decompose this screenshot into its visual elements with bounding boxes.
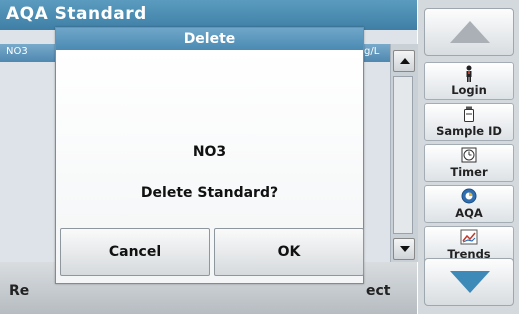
login-label: Login: [451, 83, 487, 97]
trends-chart-icon: [425, 229, 513, 246]
screen: AQA Standard NO3 g/L Re ect Login Sample…: [0, 0, 519, 314]
login-button[interactable]: Login: [424, 62, 514, 100]
app-title-bar: AQA Standard: [0, 0, 417, 30]
ok-button[interactable]: OK: [214, 228, 364, 276]
aqa-label: AQA: [455, 206, 483, 220]
person-icon: [425, 65, 513, 82]
app-title: AQA Standard: [6, 4, 147, 24]
dialog-title: Delete: [56, 28, 363, 50]
column-parameter-label: NO3: [6, 46, 28, 57]
scroll-down-button[interactable]: [393, 238, 415, 260]
arrow-up-icon: [450, 21, 490, 43]
dialog-confirm-question: Delete Standard?: [140, 185, 279, 201]
sample-bottle-icon: [425, 106, 513, 123]
page-down-button[interactable]: [424, 258, 514, 306]
aqa-icon: [425, 188, 513, 205]
triangle-down-icon: [400, 246, 410, 252]
timer-icon: [425, 147, 513, 164]
timer-label: Timer: [450, 165, 488, 179]
page-up-button[interactable]: [424, 8, 514, 56]
arrow-down-icon: [450, 271, 490, 293]
scroll-track[interactable]: [393, 76, 413, 234]
scroll-up-button[interactable]: [393, 50, 415, 72]
sample-id-label: Sample ID: [436, 124, 502, 138]
bottom-right-button-label[interactable]: ect: [366, 283, 391, 299]
bottom-left-button-label[interactable]: Re: [9, 283, 29, 299]
triangle-up-icon: [400, 58, 410, 64]
timer-button[interactable]: Timer: [424, 144, 514, 182]
sample-id-button[interactable]: Sample ID: [424, 103, 514, 141]
aqa-button[interactable]: AQA: [424, 185, 514, 223]
list-scrollbar[interactable]: [390, 44, 418, 262]
cancel-button[interactable]: Cancel: [60, 228, 210, 276]
column-unit-label: g/L: [364, 46, 380, 57]
dialog-parameter-name: NO3: [192, 144, 227, 160]
